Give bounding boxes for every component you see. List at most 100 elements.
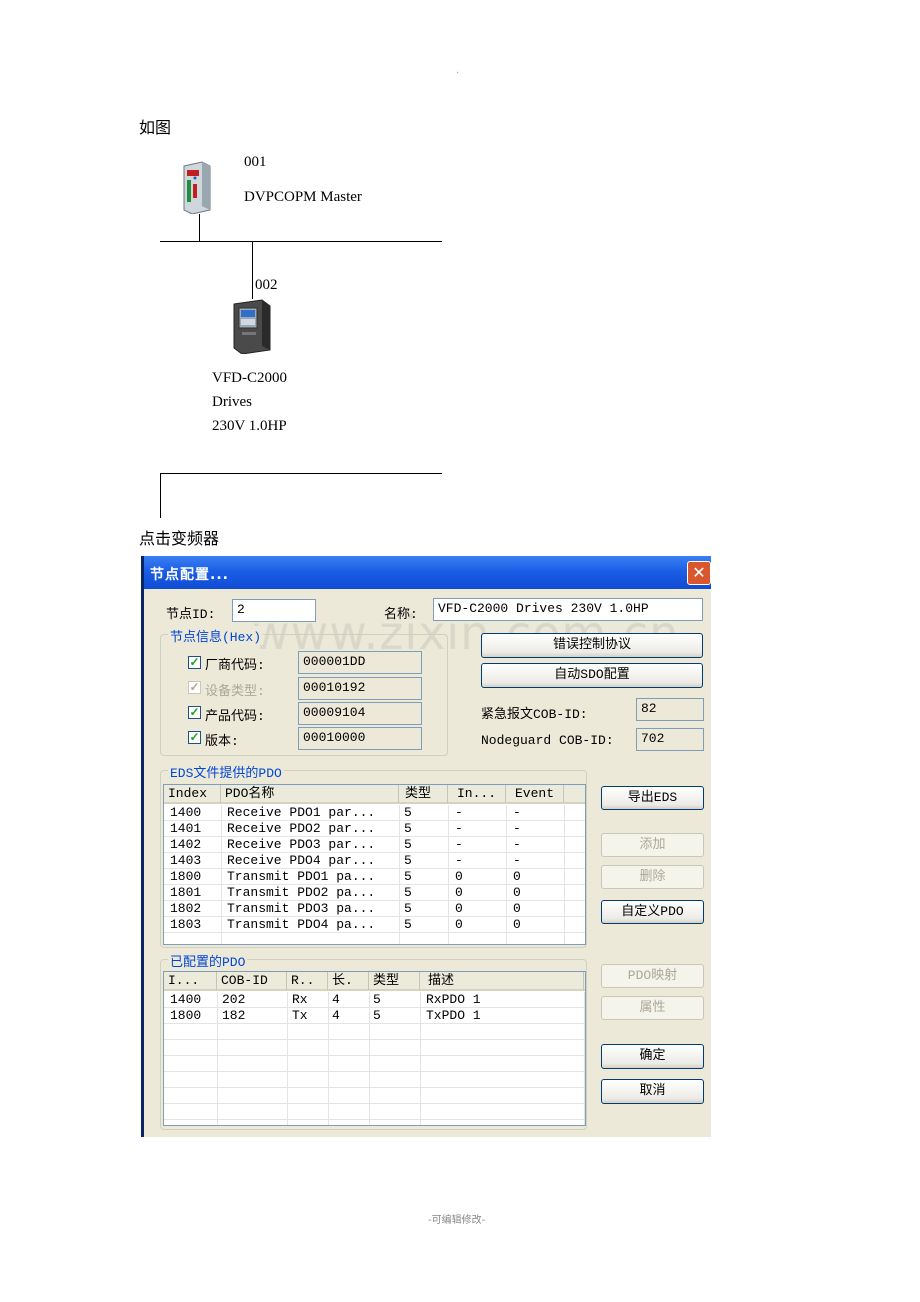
slave-name-line-1: VFD-C2000 — [212, 370, 288, 386]
eds-pdo-cell: Receive PDO1 par... — [227, 805, 376, 820]
node-id-field[interactable]: 2 — [232, 599, 316, 622]
properties-button[interactable]: 属性 — [601, 996, 704, 1020]
nodeguard-cob-field: 702 — [636, 728, 704, 751]
ok-button[interactable]: 确定 — [601, 1044, 704, 1069]
eds-pdo-cell: - — [513, 821, 521, 836]
auto-sdo-button[interactable]: 自动SDO配置 — [481, 663, 703, 688]
configured-pdo-grid-line — [420, 992, 421, 1125]
eds-pdo-cell: 5 — [404, 853, 412, 868]
eds-pdo-cell: Receive PDO4 par... — [227, 853, 376, 868]
name-field[interactable]: VFD-C2000 Drives 230V 1.0HP — [433, 598, 703, 621]
cancel-button[interactable]: 取消 — [601, 1079, 704, 1104]
custom-pdo-button[interactable]: 自定义PDO — [601, 900, 704, 924]
configured-pdo-cell: 5 — [373, 1008, 381, 1023]
version-label: 版本: — [205, 734, 239, 749]
eds-pdo-row[interactable]: 1401 Receive PDO2 par... 5 - - — [164, 821, 585, 837]
add-button[interactable]: 添加 — [601, 833, 704, 857]
cfg-col-index[interactable]: I... — [164, 972, 217, 991]
delete-button[interactable]: 删除 — [601, 865, 704, 889]
eds-col-index[interactable]: Index — [164, 785, 221, 804]
eds-pdo-cell: - — [513, 853, 521, 868]
vendor-code-checkbox[interactable]: ✓ — [188, 656, 201, 669]
emergency-cob-field: 82 — [636, 698, 704, 721]
eds-pdo-grid-line — [164, 852, 585, 853]
device-type-label: 设备类型: — [205, 684, 265, 699]
configured-pdo-cell: 4 — [332, 1008, 340, 1023]
slave-name-line-2: Drives — [212, 394, 252, 410]
cfg-col-cob-id[interactable]: COB-ID — [217, 972, 287, 991]
eds-pdo-row[interactable]: 1400 Receive PDO1 par... 5 - - — [164, 805, 585, 821]
eds-pdo-cell: Receive PDO2 par... — [227, 821, 376, 836]
eds-pdo-cell: 0 — [513, 885, 521, 900]
slave-address: 002 — [255, 277, 278, 293]
cfg-col-type[interactable]: 类型 — [369, 972, 420, 991]
configured-pdo-grid-line — [217, 992, 218, 1125]
eds-pdo-cell: 5 — [404, 885, 412, 900]
eds-col-event[interactable]: Event — [506, 785, 564, 804]
configured-pdo-grid-line — [164, 1055, 585, 1056]
configured-pdo-cell: 182 — [222, 1008, 246, 1023]
eds-pdo-cell: 0 — [455, 901, 463, 916]
eds-pdo-grid-line — [448, 805, 449, 944]
eds-pdo-grid-line — [164, 820, 585, 821]
eds-pdo-cell: 5 — [404, 869, 412, 884]
configured-pdo-cell: 202 — [222, 992, 246, 1007]
eds-pdo-row[interactable]: 1801 Transmit PDO2 pa... 5 0 0 — [164, 885, 585, 901]
eds-pdo-cell: - — [513, 837, 521, 852]
eds-pdo-row[interactable]: 1800 Transmit PDO1 pa... 5 0 0 — [164, 869, 585, 885]
eds-pdo-row[interactable]: 1803 Transmit PDO4 pa... 5 0 0 — [164, 917, 585, 933]
eds-pdo-cell: 1800 — [170, 869, 202, 884]
close-icon[interactable]: ✕ — [687, 561, 711, 585]
dialog-title-bar[interactable]: 节点配置... ✕ — [144, 556, 711, 589]
configured-pdo-row[interactable]: 1800 182 Tx 4 5 TxPDO 1 — [164, 1008, 585, 1024]
node-config-dialog: 节点配置... ✕ www.zixin.com.cn 节点ID: 2 名称: V… — [141, 556, 711, 1137]
pdo-mapping-button[interactable]: PDO映射 — [601, 964, 704, 988]
eds-col-pdo-name[interactable]: PDO名称 — [221, 785, 399, 804]
cfg-col-description[interactable]: 描述 — [420, 972, 584, 991]
cfg-col-length[interactable]: 长. — [328, 972, 369, 991]
configured-pdo-grid-line — [164, 1039, 585, 1040]
eds-pdo-cell: 1401 — [170, 821, 202, 836]
export-eds-button[interactable]: 导出EDS — [601, 786, 704, 810]
eds-pdo-grid-line — [164, 916, 585, 917]
device-type-checkbox: ✓ — [188, 680, 201, 694]
eds-pdo-grid-line — [164, 884, 585, 885]
product-code-field: 00009104 — [298, 702, 422, 725]
configured-pdo-grid-line — [287, 992, 288, 1125]
eds-pdo-cell: Transmit PDO2 pa... — [227, 885, 376, 900]
eds-pdo-cell: 0 — [513, 869, 521, 884]
eds-pdo-cell: - — [455, 853, 463, 868]
eds-pdo-table[interactable]: Index PDO名称 类型 In... Event 1400 Receive P… — [163, 784, 586, 945]
lower-drop-line — [160, 473, 161, 518]
nodeguard-cob-label: Nodeguard COB-ID: — [481, 733, 614, 748]
eds-pdo-cell: 0 — [455, 885, 463, 900]
configured-pdo-cell: TxPDO 1 — [426, 1008, 481, 1023]
configured-pdo-row[interactable]: 1400 202 Rx 4 5 RxPDO 1 — [164, 992, 585, 1008]
configured-pdo-table[interactable]: I... COB-ID R.. 长. 类型 描述 1400 202 Rx 4 5 RxPD… — [163, 971, 586, 1126]
product-code-checkbox[interactable]: ✓ — [188, 706, 201, 719]
click-text: 点击变频器 — [139, 531, 220, 548]
eds-pdo-row[interactable]: 1403 Receive PDO4 par... 5 - - — [164, 853, 585, 869]
footer: -可编辑修改- — [428, 1215, 486, 1226]
cfg-col-rxtx[interactable]: R.. — [287, 972, 328, 991]
eds-col-inhibit[interactable]: In... — [448, 785, 506, 804]
eds-pdo-grid-line — [564, 805, 565, 944]
master-drop-line — [199, 214, 200, 242]
eds-pdo-cell: 1803 — [170, 917, 202, 932]
eds-pdo-cell: - — [455, 805, 463, 820]
eds-pdo-row[interactable]: 1802 Transmit PDO3 pa... 5 0 0 — [164, 901, 585, 917]
plc-device-icon — [183, 161, 211, 214]
configured-pdo-grid-line — [164, 1071, 585, 1072]
configured-pdo-cell: 4 — [332, 992, 340, 1007]
eds-pdo-row[interactable]: 1402 Receive PDO3 par... 5 - - — [164, 837, 585, 853]
configured-pdo-grid-line — [164, 1023, 585, 1024]
master-address: 001 — [244, 154, 267, 170]
dialog-title: 节点配置... — [150, 567, 229, 583]
eds-pdo-cell: 1402 — [170, 837, 202, 852]
eds-pdo-cell: 5 — [404, 837, 412, 852]
eds-col-type[interactable]: 类型 — [399, 785, 448, 804]
error-control-button[interactable]: 错误控制协议 — [481, 633, 703, 658]
version-checkbox[interactable]: ✓ — [188, 731, 201, 744]
top-dot: · — [456, 68, 460, 79]
configured-pdo-grid-line — [164, 1087, 585, 1088]
